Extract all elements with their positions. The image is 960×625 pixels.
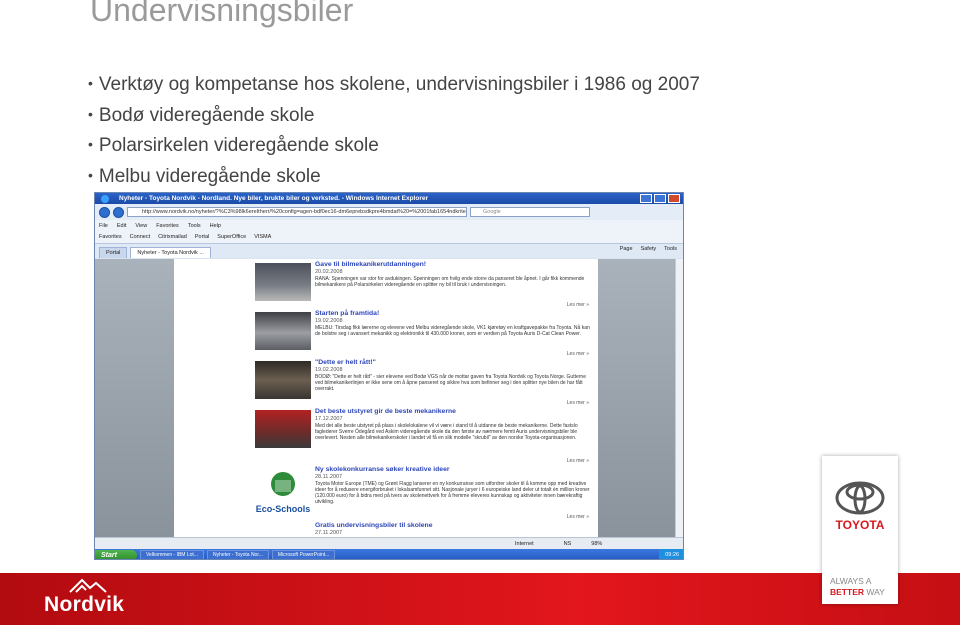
read-more-link[interactable]: Les mer »: [567, 400, 589, 406]
web-page: Gave til bilmekanikerutdanningen! 20.02.…: [95, 259, 683, 537]
footer-bar: Nordvik: [0, 573, 960, 625]
ns-indicator: NS: [563, 541, 572, 547]
menu-view[interactable]: View: [135, 223, 147, 229]
news-body: MELBU: Tirsdag fikk lærerne og elevene v…: [315, 325, 590, 337]
safety-menu[interactable]: Safety: [641, 246, 657, 252]
tools-menu[interactable]: Tools: [664, 246, 677, 252]
slogan-better: BETTER: [830, 587, 864, 597]
news-thumbnail[interactable]: [255, 263, 311, 301]
toyota-slogan: ALWAYS A BETTER WAY: [830, 576, 885, 598]
link-connect[interactable]: Connect: [130, 234, 151, 240]
taskbar-item[interactable]: Microsoft PowerPoint...: [271, 549, 336, 559]
maximize-icon[interactable]: [654, 194, 666, 203]
news-date: 27.11.2007: [315, 530, 343, 536]
toyota-wordmark: TOYOTA: [835, 518, 885, 532]
menu-file[interactable]: File: [99, 223, 108, 229]
slogan-way: WAY: [866, 587, 885, 597]
news-title[interactable]: "Dette er helt rått!": [315, 359, 595, 366]
menu-bar: File Edit View Favorites Tools Help: [95, 220, 683, 231]
command-bar: Page Safety Tools: [620, 246, 677, 252]
news-body: Med det alle beste utstyret på plass i s…: [315, 423, 578, 441]
nordvik-logo: Nordvik: [44, 593, 125, 616]
read-more-link[interactable]: Les mer »: [567, 302, 589, 308]
news-item: Starten på framtida! 19.02.2008 MELBU: T…: [255, 310, 595, 359]
news-body: Toyota Motor Europe (TME) og Grønt Flagg…: [315, 481, 590, 505]
nordvik-mountain-icon: [69, 578, 107, 593]
forward-icon[interactable]: [113, 206, 124, 218]
ie-logo-icon: [101, 195, 109, 203]
tab-nyheter[interactable]: Nyheter - Toyota Nordvik ...: [130, 247, 211, 258]
links-bar: Favorites Connect Citrixmailad Portal Su…: [95, 231, 683, 244]
news-date: 19.02.2008: [315, 367, 343, 373]
eco-schools-logo: Eco-Schools: [255, 468, 311, 514]
news-title[interactable]: Det beste utstyret gir de beste mekanike…: [315, 408, 595, 415]
news-title[interactable]: Gave til bilmekanikerutdanningen!: [315, 261, 595, 268]
start-button[interactable]: Start: [95, 549, 137, 559]
clock: 09:26: [659, 549, 683, 559]
back-icon[interactable]: [99, 206, 110, 218]
menu-favorites[interactable]: Favorites: [156, 223, 179, 229]
news-date: 19.02.2008: [315, 318, 343, 324]
toyota-logo-card: TOYOTA ALWAYS A BETTER WAY: [822, 456, 898, 604]
zoom-level[interactable]: 98%: [591, 541, 602, 547]
bullet-item: Polarsirkelen videregående skole: [88, 131, 700, 162]
menu-edit[interactable]: Edit: [117, 223, 126, 229]
bullet-item: Melbu videregående skole: [88, 162, 700, 193]
scrollbar[interactable]: [675, 259, 683, 537]
bullet-item: Bodø videregående skole: [88, 101, 700, 132]
news-thumbnail[interactable]: [255, 410, 311, 448]
read-more-link[interactable]: Les mer »: [567, 458, 589, 464]
browser-titlebar: Nyheter - Toyota Nordvik - Nordland. Nye…: [95, 193, 683, 204]
browser-screenshot: Nyheter - Toyota Nordvik - Nordland. Nye…: [94, 192, 684, 560]
menu-help[interactable]: Help: [210, 223, 221, 229]
link-favorites[interactable]: Favorites: [99, 234, 122, 240]
read-more-link[interactable]: Les mer »: [567, 351, 589, 357]
browser-title: Nyheter - Toyota Nordvik - Nordland. Nye…: [119, 195, 428, 202]
news-date: 28.11.2007: [315, 474, 343, 480]
news-list: Gave til bilmekanikerutdanningen! 20.02.…: [255, 261, 595, 542]
news-body: BODØ: "Dette er helt rått" - sier eleven…: [315, 374, 586, 392]
news-item: Eco-Schools Ny skolekonkurranse søker kr…: [255, 466, 595, 522]
address-bar: http://www.nordvik.no/nyheter/?%C3%98lk6…: [95, 204, 683, 220]
news-item: "Dette er helt rått!" 19.02.2008 BODØ: "…: [255, 359, 595, 408]
news-title[interactable]: Ny skolekonkurranse søker kreative ideer: [315, 466, 595, 473]
news-item: Det beste utstyret gir de beste mekanike…: [255, 408, 595, 466]
news-date: 20.02.2008: [315, 269, 343, 275]
menu-tools[interactable]: Tools: [188, 223, 201, 229]
zone-label: Internet: [515, 541, 534, 547]
address-input[interactable]: http://www.nordvik.no/nyheter/?%C3%98lk6…: [127, 207, 467, 217]
page-background-right: [598, 259, 675, 537]
window-controls: [640, 194, 680, 203]
svg-text:Eco-Schools: Eco-Schools: [256, 504, 311, 514]
link-visma[interactable]: VISMA: [254, 234, 271, 240]
taskbar-item[interactable]: Velkommen - IBM Lot...: [140, 549, 204, 559]
link-portal[interactable]: Portal: [195, 234, 209, 240]
page-background-left: [95, 259, 174, 537]
slogan-line-1: ALWAYS A: [830, 576, 872, 586]
toyota-emblem-icon: [835, 481, 885, 515]
news-title[interactable]: Starten på framtida!: [315, 310, 595, 317]
tab-portal[interactable]: Portal: [99, 247, 128, 258]
slogan-line-2: BETTER WAY: [830, 587, 885, 598]
close-icon[interactable]: [668, 194, 680, 203]
news-thumbnail[interactable]: [255, 312, 311, 350]
news-item: Gave til bilmekanikerutdanningen! 20.02.…: [255, 261, 595, 310]
tab-bar: Portal Nyheter - Toyota Nordvik ... Page…: [95, 244, 683, 258]
news-title[interactable]: Gratis undervisningsbiler til skolene: [315, 522, 595, 529]
news-thumbnail[interactable]: [255, 361, 311, 399]
news-date: 17.12.2007: [315, 416, 343, 422]
news-body: RANA: Spenningen var stor for avdukingen…: [315, 276, 585, 288]
read-more-link[interactable]: Les mer »: [567, 514, 589, 520]
bullet-list: Verktøy og kompetanse hos skolene, under…: [88, 70, 700, 192]
search-input[interactable]: Google: [470, 207, 590, 217]
page-menu[interactable]: Page: [620, 246, 633, 252]
minimize-icon[interactable]: [640, 194, 652, 203]
link-superoffice[interactable]: SuperOffice: [217, 234, 246, 240]
link-citrixmailad[interactable]: Citrixmailad: [158, 234, 187, 240]
bullet-item: Verktøy og kompetanse hos skolene, under…: [88, 70, 700, 101]
taskbar-item[interactable]: Nyheter - Toyota Nor...: [206, 549, 269, 559]
slide-title: Undervisningsbiler: [90, 0, 354, 28]
taskbar: Start Velkommen - IBM Lot... Nyheter - T…: [95, 549, 683, 559]
